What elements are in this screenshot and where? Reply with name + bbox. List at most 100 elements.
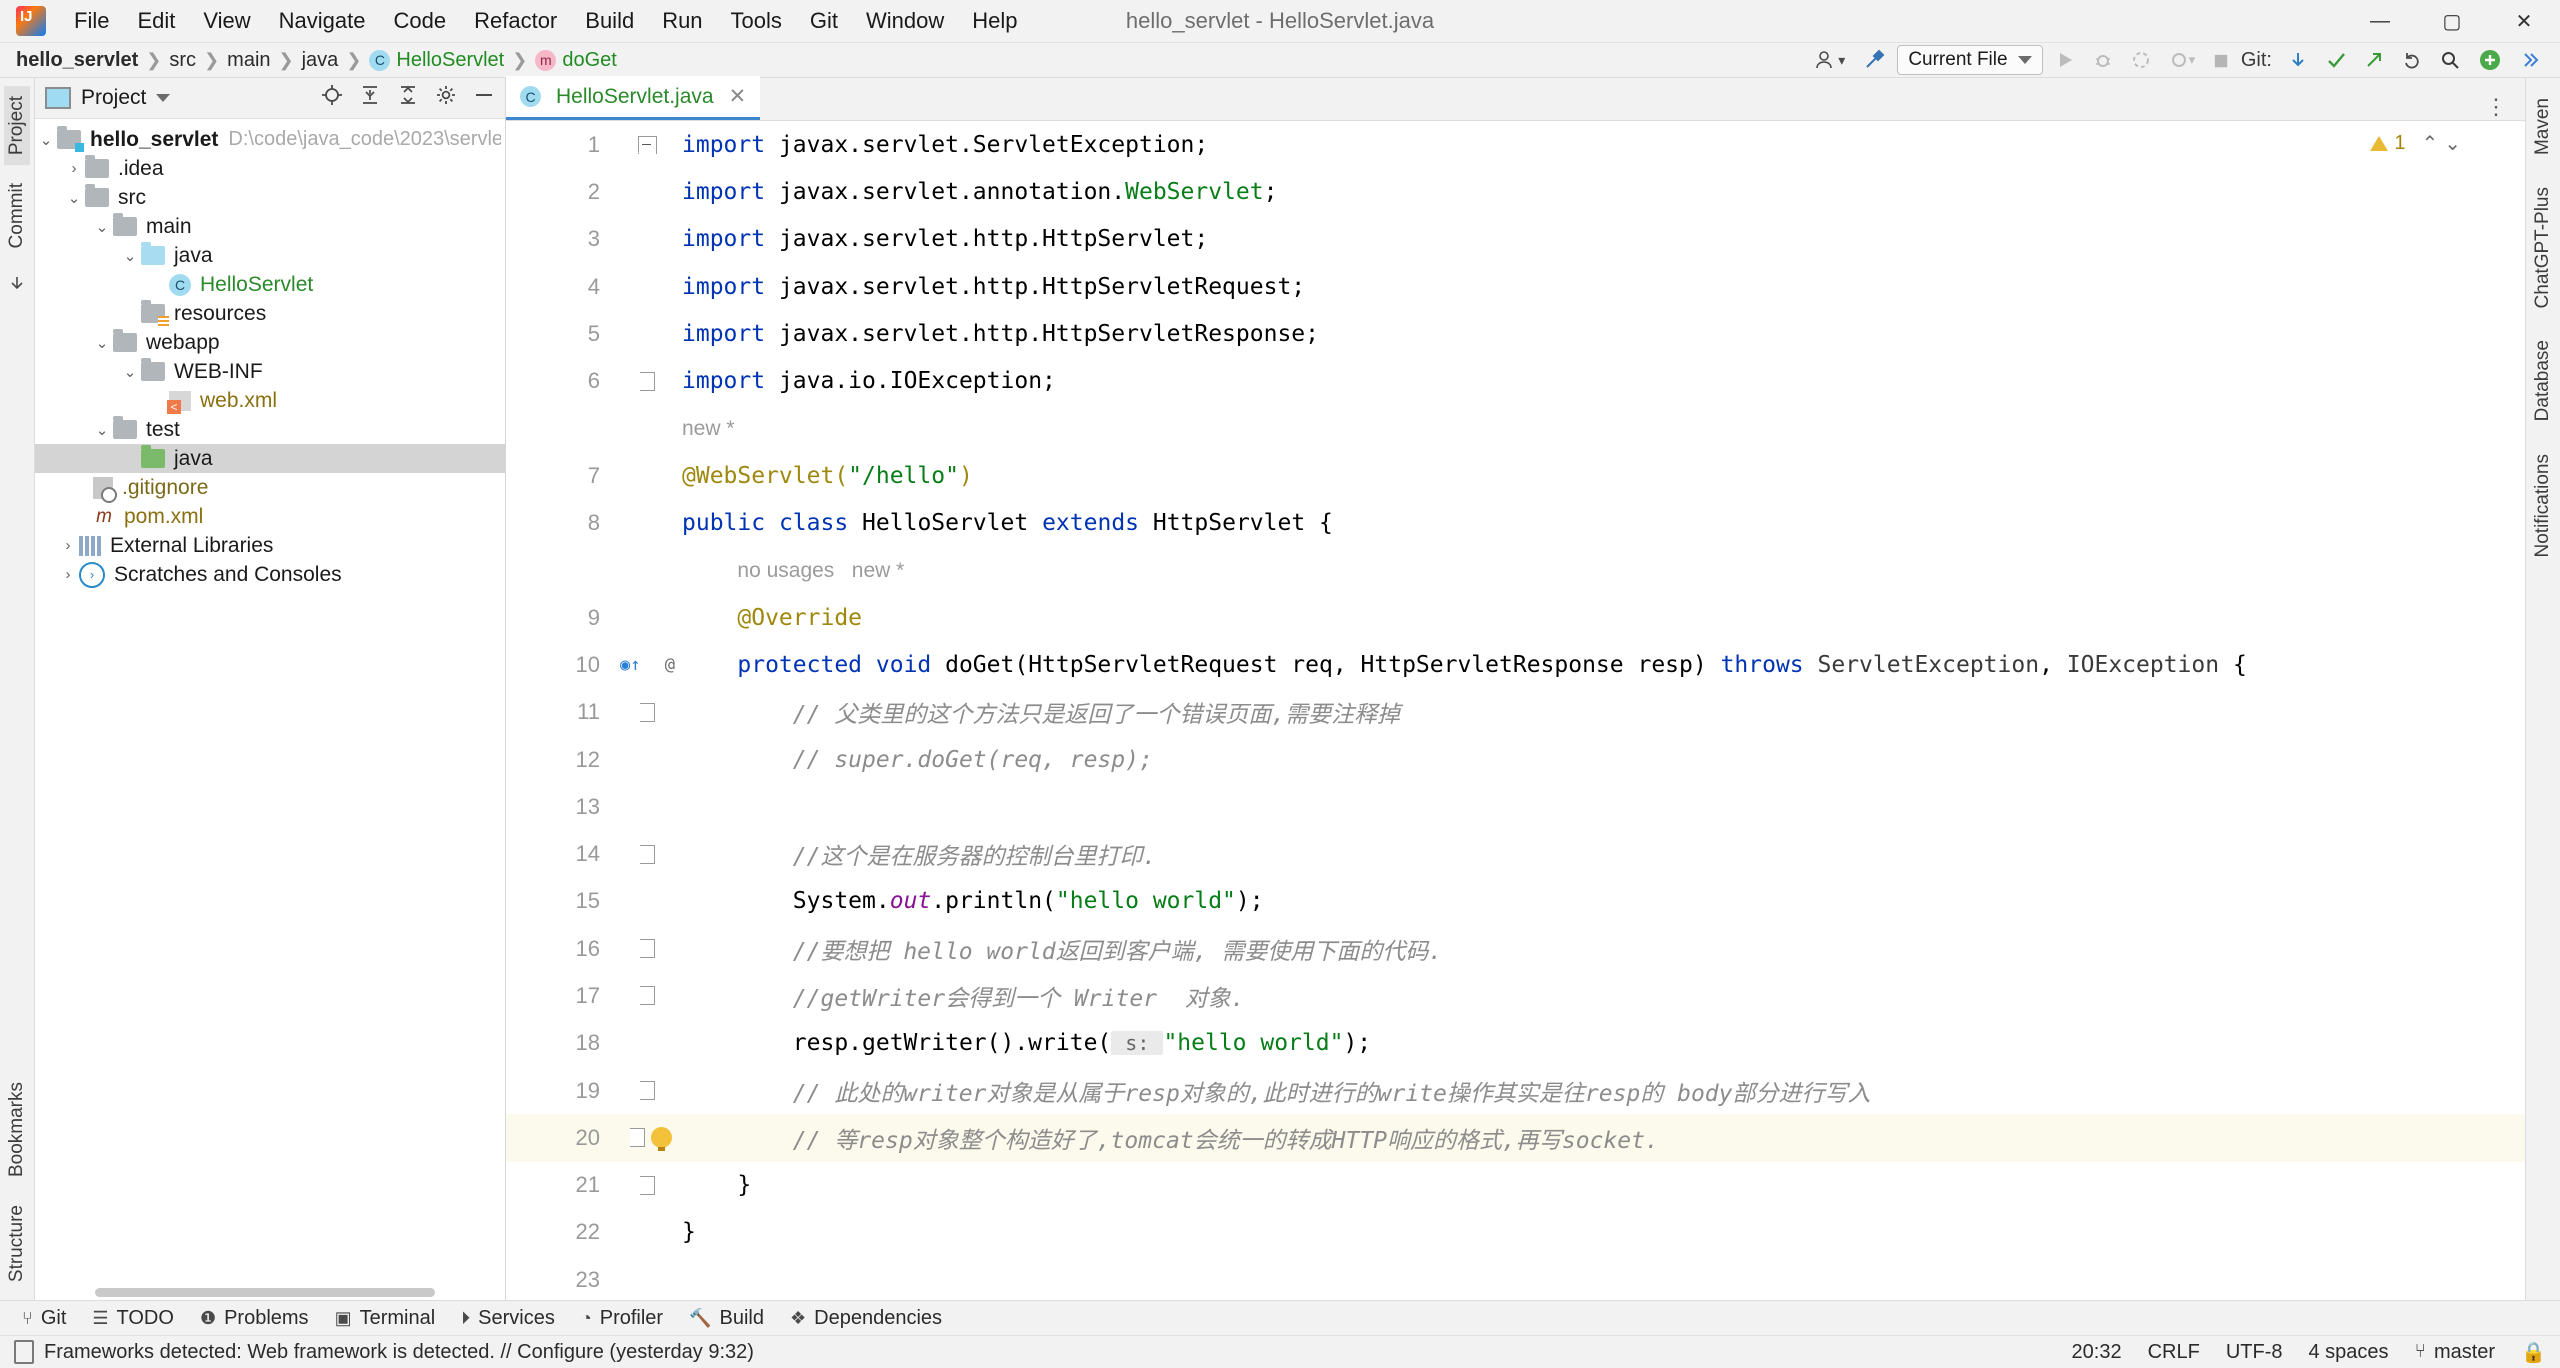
breadcrumb-item-java[interactable]: java bbox=[302, 49, 339, 72]
bottom-tab-services[interactable]: ⏵ Services bbox=[461, 1307, 555, 1330]
breadcrumb-item-class[interactable]: HelloServlet bbox=[396, 49, 504, 72]
menu-refactor[interactable]: Refactor bbox=[460, 4, 571, 38]
chevron-right-icon[interactable]: › bbox=[63, 160, 85, 177]
close-button[interactable]: ✕ bbox=[2488, 0, 2560, 42]
fold-region-end-icon[interactable] bbox=[639, 371, 655, 391]
menu-build[interactable]: Build bbox=[571, 4, 648, 38]
tool-window-chatgpt[interactable]: ChatGPT-Plus bbox=[2530, 177, 2556, 318]
project-tree[interactable]: ⌄ hello_servlet D:\code\java_code\2023\s… bbox=[35, 119, 505, 1284]
file-encoding[interactable]: UTF-8 bbox=[2226, 1341, 2283, 1364]
tree-row-main-java[interactable]: ⌄ java bbox=[35, 241, 505, 270]
code-line[interactable]: 15 System.out.println("hello world"); bbox=[506, 878, 2525, 925]
menu-git[interactable]: Git bbox=[796, 4, 852, 38]
tree-row-webxml[interactable]: web.xml bbox=[35, 386, 505, 415]
code-line-current[interactable]: 20 // 等resp对象整个构造好了,tomcat会统一的转成HTTP响应的格… bbox=[506, 1114, 2525, 1162]
tree-row-scratches[interactable]: › › Scratches and Consoles bbox=[35, 560, 505, 589]
tree-row-src[interactable]: ⌄ src bbox=[35, 183, 505, 212]
account-icon[interactable]: ▾ bbox=[1809, 45, 1851, 75]
chevron-right-icon[interactable]: › bbox=[57, 566, 79, 583]
run-configuration-selector[interactable]: Current File bbox=[1897, 45, 2043, 75]
code-line[interactable]: 16 //要想把 hello world返回到客户端, 需要使用下面的代码. bbox=[506, 925, 2525, 972]
expand-toolbar-icon[interactable] bbox=[2514, 45, 2546, 75]
ide-updates-icon[interactable] bbox=[2472, 45, 2508, 75]
tree-row-helloservlet-class[interactable]: C HelloServlet bbox=[35, 270, 505, 299]
menu-view[interactable]: View bbox=[189, 4, 264, 38]
code-line[interactable]: 5 import javax.servlet.http.HttpServletR… bbox=[506, 310, 2525, 357]
tree-row-hello-servlet[interactable]: ⌄ hello_servlet D:\code\java_code\2023\s… bbox=[35, 125, 505, 154]
code-editor[interactable]: 1 import javax.servlet.ServletException;… bbox=[506, 121, 2525, 1300]
bottom-tab-dependencies[interactable]: ❖ Dependencies bbox=[790, 1307, 942, 1330]
code-line[interactable]: 11 // 父类里的这个方法只是返回了一个错误页面,需要注释掉 bbox=[506, 689, 2525, 736]
tree-row-pomxml[interactable]: m pom.xml bbox=[35, 502, 505, 531]
run-button[interactable] bbox=[2049, 45, 2081, 75]
fold-gutter[interactable] bbox=[618, 986, 676, 1006]
chevron-down-icon[interactable]: ⌄ bbox=[63, 189, 85, 207]
commit-button[interactable] bbox=[2320, 45, 2352, 75]
indent-setting[interactable]: 4 spaces bbox=[2309, 1341, 2389, 1364]
tool-window-commit[interactable]: Commit bbox=[4, 173, 30, 258]
code-line[interactable]: 8 public class HelloServlet extends Http… bbox=[506, 499, 2525, 546]
code-line[interactable]: 10 ◉↑ @ protected void doGet(HttpServlet… bbox=[506, 641, 2525, 688]
code-line[interactable]: 12 // super.doGet(req, resp); bbox=[506, 736, 2525, 783]
code-line[interactable]: 14 //这个是在服务器的控制台里打印. bbox=[506, 830, 2525, 877]
run-with-coverage-button[interactable] bbox=[2125, 45, 2157, 75]
chevron-right-icon[interactable]: › bbox=[57, 537, 79, 554]
bottom-tab-build[interactable]: 🔨 Build bbox=[689, 1307, 764, 1330]
intention-bulb-icon[interactable] bbox=[651, 1127, 672, 1152]
tree-row-webapp[interactable]: ⌄ webapp bbox=[35, 328, 505, 357]
fold-gutter[interactable] bbox=[618, 135, 676, 161]
inspection-widget[interactable]: 1 ⌃ ⌄ bbox=[2370, 131, 2461, 156]
menu-code[interactable]: Code bbox=[380, 4, 461, 38]
menu-help[interactable]: Help bbox=[958, 4, 1031, 38]
tree-row-test-java[interactable]: java bbox=[35, 444, 505, 473]
collapse-all-icon[interactable] bbox=[397, 84, 419, 112]
tool-window-structure[interactable]: Structure bbox=[4, 1195, 30, 1292]
tree-row-resources[interactable]: resources bbox=[35, 299, 505, 328]
push-button[interactable] bbox=[2358, 45, 2390, 75]
menu-tools[interactable]: Tools bbox=[717, 4, 796, 38]
code-line[interactable]: 9 @Override bbox=[506, 594, 2525, 641]
profile-button[interactable]: ▾ bbox=[2163, 45, 2202, 75]
chevron-down-icon[interactable]: ⌄ bbox=[119, 247, 141, 265]
tree-row-gitignore[interactable]: .gitignore bbox=[35, 473, 505, 503]
project-horizontal-scrollbar[interactable] bbox=[35, 1284, 505, 1300]
fold-brace-icon[interactable] bbox=[639, 844, 655, 864]
line-separator[interactable]: CRLF bbox=[2148, 1341, 2200, 1364]
code-line[interactable]: 6 import java.io.IOException; bbox=[506, 357, 2525, 404]
tool-window-project[interactable]: Project bbox=[4, 86, 30, 166]
minimize-button[interactable]: — bbox=[2344, 0, 2416, 42]
fold-gutter[interactable] bbox=[618, 844, 676, 864]
lock-icon[interactable]: 🔒 bbox=[2521, 1340, 2546, 1365]
caret-position[interactable]: 20:32 bbox=[2072, 1341, 2122, 1364]
locate-icon[interactable] bbox=[321, 84, 343, 112]
gear-icon[interactable] bbox=[435, 84, 457, 112]
tool-window-maven[interactable]: Maven bbox=[2530, 88, 2556, 165]
fold-brace-icon[interactable] bbox=[630, 1128, 645, 1148]
tool-window-bookmarks[interactable]: Bookmarks bbox=[4, 1072, 30, 1187]
code-line[interactable]: 18 resp.getWriter().write( s: "hello wor… bbox=[506, 1020, 2525, 1067]
code-line[interactable]: 17 //getWriter会得到一个 Writer 对象. bbox=[506, 972, 2525, 1019]
fold-gutter[interactable] bbox=[618, 371, 676, 391]
code-line[interactable]: 23 bbox=[506, 1256, 2525, 1300]
tree-row-external-libraries[interactable]: › External Libraries bbox=[35, 531, 505, 560]
chevron-down-icon[interactable]: ⌄ bbox=[35, 131, 57, 149]
fold-gutter[interactable] bbox=[618, 1081, 676, 1101]
code-line[interactable]: 4 import javax.servlet.http.HttpServletR… bbox=[506, 263, 2525, 310]
breadcrumb-item-method[interactable]: doGet bbox=[562, 49, 616, 72]
menu-run[interactable]: Run bbox=[648, 4, 716, 38]
fold-brace-icon[interactable] bbox=[639, 939, 655, 959]
chevron-down-icon[interactable]: ⌄ bbox=[2444, 131, 2461, 156]
annotation-marker-icon[interactable]: @ bbox=[665, 655, 675, 675]
close-icon[interactable]: ✕ bbox=[729, 84, 747, 109]
menu-file[interactable]: File bbox=[60, 4, 123, 38]
status-message[interactable]: Frameworks detected: Web framework is de… bbox=[44, 1341, 754, 1364]
code-line[interactable]: 3 import javax.servlet.http.HttpServlet; bbox=[506, 216, 2525, 263]
fold-gutter[interactable] bbox=[618, 702, 676, 722]
maximize-button[interactable]: ▢ bbox=[2416, 0, 2488, 42]
code-line[interactable]: 13 bbox=[506, 783, 2525, 830]
bottom-tab-terminal[interactable]: ▣ Terminal bbox=[335, 1307, 436, 1330]
hide-panel-icon[interactable] bbox=[473, 84, 495, 112]
chevron-down-icon[interactable]: ⌄ bbox=[91, 421, 113, 439]
debug-button[interactable] bbox=[2087, 45, 2119, 75]
bottom-tab-profiler[interactable]: ◔ Profiler bbox=[581, 1307, 663, 1330]
